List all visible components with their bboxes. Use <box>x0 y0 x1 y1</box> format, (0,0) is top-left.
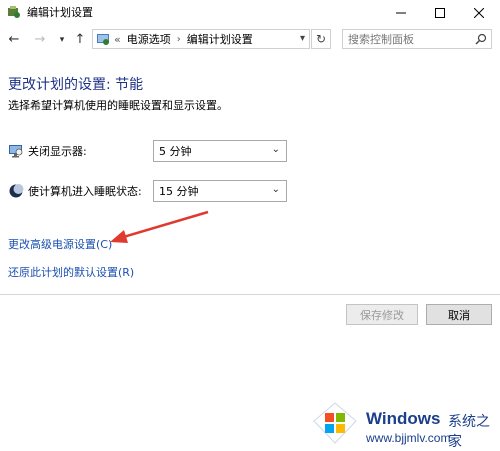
minimize-icon <box>396 12 406 13</box>
display-off-select[interactable]: 5 分钟 ⌄ <box>153 140 287 162</box>
refresh-button[interactable]: ↻ <box>311 29 331 49</box>
watermark: Windows 系统之家 www.bjjmlv.com <box>308 397 500 451</box>
save-changes-button[interactable]: 保存修改 <box>346 304 418 325</box>
address-dropdown-icon[interactable]: ▾ <box>300 33 305 44</box>
sleep-label: 使计算机进入睡眠状态: <box>28 185 142 198</box>
navigation-bar: ← → ▾ ↑ « 电源选项 › 编辑计划设置 ▾ ↻ 搜索控制面板 <box>0 27 500 53</box>
windows-logo-icon <box>313 402 357 444</box>
maximize-icon <box>435 7 445 18</box>
title-bar: 编辑计划设置 <box>0 0 500 25</box>
close-button[interactable] <box>460 0 498 25</box>
page-description: 选择希望计算机使用的睡眠设置和显示设置。 <box>8 99 228 112</box>
watermark-url: www.bjjmlv.com <box>366 431 451 445</box>
page-title: 更改计划的设置: 节能 <box>8 77 144 93</box>
close-icon <box>474 7 484 18</box>
power-options-icon <box>8 6 20 18</box>
address-overflow-chevron[interactable]: « <box>114 33 121 46</box>
recent-locations-button[interactable]: ▾ <box>54 32 70 48</box>
forward-button[interactable]: → <box>32 31 48 47</box>
breadcrumb-separator-icon[interactable]: › <box>177 34 181 45</box>
display-off-value: 5 分钟 <box>159 145 192 158</box>
watermark-brand-suffix: 系统之家 <box>448 414 490 450</box>
display-off-label: 关闭显示器: <box>28 145 87 158</box>
display-off-row: 关闭显示器: <box>8 143 87 159</box>
monitor-icon <box>9 145 23 158</box>
back-button[interactable]: ← <box>6 31 22 47</box>
footer-divider <box>0 294 500 295</box>
search-icon[interactable] <box>475 33 487 45</box>
watermark-brand: Windows <box>366 409 441 428</box>
search-input[interactable]: 搜索控制面板 <box>342 29 492 49</box>
window-title: 编辑计划设置 <box>27 6 93 19</box>
advanced-power-settings-link[interactable]: 更改高级电源设置(C) <box>8 236 112 252</box>
minimize-button[interactable] <box>382 0 420 25</box>
sleep-value: 15 分钟 <box>159 185 199 198</box>
search-placeholder: 搜索控制面板 <box>348 33 414 46</box>
edit-plan-settings-window: 编辑计划设置 ← → ▾ ↑ « 电源选项 › 编辑计划设置 ▾ ↻ 搜索控制面… <box>0 0 500 451</box>
breadcrumb-edit-plan-settings[interactable]: 编辑计划设置 <box>187 31 253 47</box>
sleep-row: 使计算机进入睡眠状态: <box>8 183 142 199</box>
chevron-down-icon: ⌄ <box>271 184 280 195</box>
address-bar[interactable]: « 电源选项 › 编辑计划设置 ▾ <box>92 29 310 49</box>
sleep-select[interactable]: 15 分钟 ⌄ <box>153 180 287 202</box>
cancel-button[interactable]: 取消 <box>426 304 492 325</box>
moon-icon <box>9 184 24 198</box>
control-panel-icon <box>97 34 109 45</box>
chevron-down-icon: ⌄ <box>271 144 280 155</box>
restore-default-settings-link[interactable]: 还原此计划的默认设置(R) <box>8 264 134 280</box>
annotation-arrow <box>110 210 209 243</box>
up-button[interactable]: ↑ <box>72 31 88 47</box>
maximize-button[interactable] <box>421 0 459 25</box>
breadcrumb-power-options[interactable]: 电源选项 <box>127 31 171 47</box>
